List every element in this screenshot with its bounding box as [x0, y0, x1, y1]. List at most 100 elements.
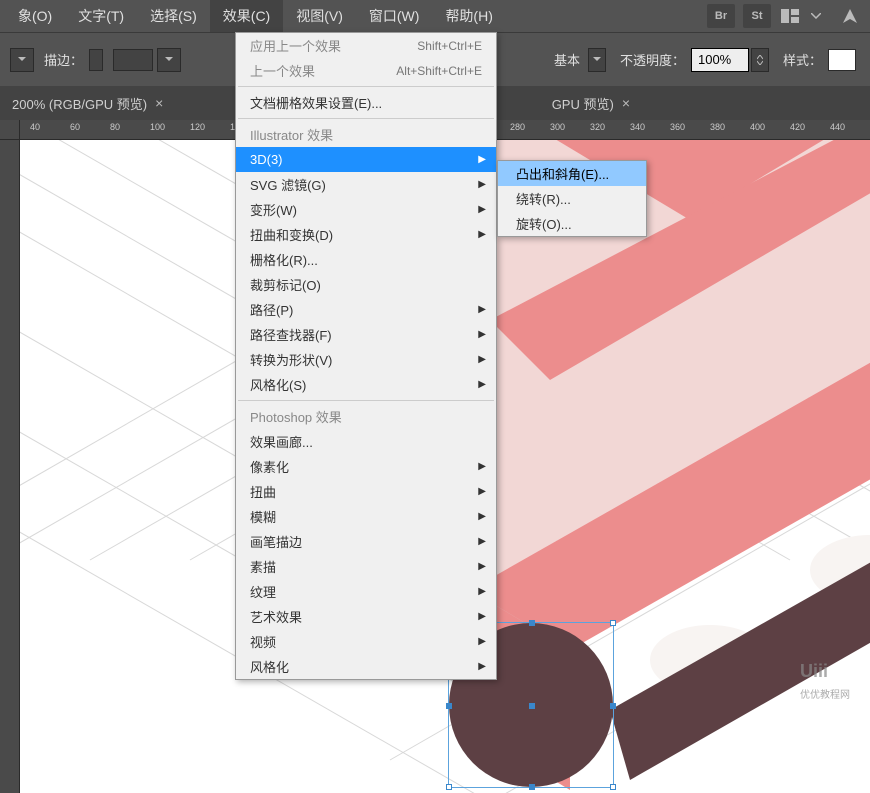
menu-item-: 应用上一个效果Shift+Ctrl+E — [236, 33, 496, 58]
ruler-tick: 320 — [590, 122, 605, 132]
menu-window[interactable]: 窗口(W) — [356, 0, 433, 32]
resize-handle-ne[interactable] — [610, 620, 616, 626]
stroke-stepper[interactable] — [89, 49, 103, 71]
menu-item-[interactable]: 扭曲▶ — [236, 479, 496, 504]
submenu-arrow-icon: ▶ — [478, 561, 486, 572]
tab-doc1-label: 200% (RGB/GPU 预览) — [12, 94, 147, 113]
chevron-down-icon[interactable] — [811, 13, 821, 19]
menu-item-[interactable]: 效果画廊... — [236, 429, 496, 454]
vertical-ruler — [0, 140, 20, 793]
menu-item-: 上一个效果Alt+Shift+Ctrl+E — [236, 58, 496, 83]
menu-item-[interactable]: 视频▶ — [236, 629, 496, 654]
submenu-arrow-icon: ▶ — [478, 536, 486, 547]
ruler-tick: 120 — [190, 122, 205, 132]
anchor-point[interactable] — [529, 620, 535, 626]
menu-help[interactable]: 帮助(H) — [432, 0, 505, 32]
submenu-arrow-icon: ▶ — [478, 611, 486, 622]
stock-icon[interactable]: St — [743, 4, 771, 28]
ruler-tick: 340 — [630, 122, 645, 132]
basic-label: 基本 — [554, 50, 580, 69]
anchor-point[interactable] — [610, 703, 616, 709]
ruler-tick: 300 — [550, 122, 565, 132]
menu-item-o[interactable]: 裁剪标记(O) — [236, 272, 496, 297]
menu-item-r[interactable]: 栅格化(R)... — [236, 247, 496, 272]
submenu-arrow-icon: ▶ — [478, 661, 486, 672]
opacity-dropdown[interactable] — [751, 48, 769, 72]
tab-doc2[interactable]: GPU 预览) × — [552, 94, 630, 113]
submenu-item[interactable]: 绕转(R)... — [498, 186, 646, 211]
style-swatch[interactable] — [828, 49, 856, 71]
menu-item-s[interactable]: 风格化(S)▶ — [236, 372, 496, 397]
menu-item-p[interactable]: 路径(P)▶ — [236, 297, 496, 322]
menu-view[interactable]: 视图(V) — [283, 0, 356, 32]
submenu-arrow-icon: ▶ — [478, 304, 486, 315]
menu-item-v[interactable]: 转换为形状(V)▶ — [236, 347, 496, 372]
ruler-tick: 360 — [670, 122, 685, 132]
submenu-arrow-icon: ▶ — [478, 461, 486, 472]
menu-item-f[interactable]: 路径查找器(F)▶ — [236, 322, 496, 347]
anchor-point[interactable] — [529, 784, 535, 790]
ruler-tick: 100 — [150, 122, 165, 132]
submenu-item[interactable]: 旋转(O)... — [498, 211, 646, 236]
menu-select[interactable]: 选择(S) — [137, 0, 210, 32]
basic-dropdown[interactable] — [588, 48, 606, 72]
opacity-input[interactable] — [691, 48, 749, 72]
submenu-arrow-icon: ▶ — [478, 204, 486, 215]
submenu-arrow-icon: ▶ — [478, 179, 486, 190]
menu-item-[interactable]: 画笔描边▶ — [236, 529, 496, 554]
send-icon[interactable] — [841, 7, 859, 25]
opacity-label: 不透明度： — [620, 50, 685, 69]
submenu-arrow-icon: ▶ — [478, 329, 486, 340]
3d-submenu: 凸出和斜角(E)...绕转(R)...旋转(O)... — [497, 160, 647, 237]
style-label: 样式： — [783, 50, 822, 69]
menu-item-[interactable]: 模糊▶ — [236, 504, 496, 529]
menu-section-header: Photoshop 效果 — [236, 404, 496, 429]
submenu-arrow-icon: ▶ — [478, 636, 486, 647]
ruler-tick: 380 — [710, 122, 725, 132]
center-point[interactable] — [529, 703, 535, 709]
fill-dropdown[interactable] — [10, 48, 34, 72]
submenu-arrow-icon: ▶ — [478, 354, 486, 365]
menu-text[interactable]: 文字(T) — [65, 0, 137, 32]
menu-item-w[interactable]: 变形(W)▶ — [236, 197, 496, 222]
ruler-tick: 80 — [110, 122, 120, 132]
bridge-icon[interactable]: Br — [707, 4, 735, 28]
submenu-item[interactable]: 凸出和斜角(E)... — [498, 161, 646, 186]
stroke-width-input[interactable] — [113, 49, 153, 71]
menu-item-[interactable]: 艺术效果▶ — [236, 604, 496, 629]
submenu-arrow-icon: ▶ — [478, 229, 486, 240]
ruler-tick: 40 — [30, 122, 40, 132]
tab-doc2-label: GPU 预览) — [552, 94, 614, 113]
stroke-label: 描边： — [44, 50, 83, 69]
stroke-dropdown[interactable] — [157, 48, 181, 72]
tab-close-icon[interactable]: × — [622, 95, 630, 111]
ruler-origin[interactable] — [0, 120, 20, 140]
submenu-arrow-icon: ▶ — [478, 511, 486, 522]
menu-item-[interactable]: 风格化▶ — [236, 654, 496, 679]
effect-menu-dropdown: 应用上一个效果Shift+Ctrl+E上一个效果Alt+Shift+Ctrl+E… — [235, 32, 497, 680]
submenu-arrow-icon: ▶ — [478, 154, 486, 165]
menu-item-svgg[interactable]: SVG 滤镜(G)▶ — [236, 172, 496, 197]
resize-handle-se[interactable] — [610, 784, 616, 790]
ruler-tick: 400 — [750, 122, 765, 132]
menu-item-[interactable]: 纹理▶ — [236, 579, 496, 604]
workspace-icon[interactable] — [781, 9, 799, 23]
tab-doc1[interactable]: 200% (RGB/GPU 预览) × — [0, 86, 175, 120]
menu-item-[interactable]: 素描▶ — [236, 554, 496, 579]
anchor-point[interactable] — [446, 703, 452, 709]
menu-item-3d3[interactable]: 3D(3)▶ — [236, 147, 496, 172]
menu-object[interactable]: 象(O) — [5, 0, 65, 32]
menu-item-d[interactable]: 扭曲和变换(D)▶ — [236, 222, 496, 247]
menubar: 象(O) 文字(T) 选择(S) 效果(C) 视图(V) 窗口(W) 帮助(H)… — [0, 0, 870, 32]
menu-item-e[interactable]: 文档栅格效果设置(E)... — [236, 90, 496, 115]
ruler-tick: 420 — [790, 122, 805, 132]
menu-effect[interactable]: 效果(C) — [210, 0, 283, 32]
menu-item-[interactable]: 像素化▶ — [236, 454, 496, 479]
ruler-tick: 280 — [510, 122, 525, 132]
watermark: Uiii 优优教程网 — [800, 661, 850, 703]
ruler-tick: 440 — [830, 122, 845, 132]
resize-handle-sw[interactable] — [446, 784, 452, 790]
tab-close-icon[interactable]: × — [155, 95, 163, 111]
submenu-arrow-icon: ▶ — [478, 379, 486, 390]
submenu-arrow-icon: ▶ — [478, 586, 486, 597]
